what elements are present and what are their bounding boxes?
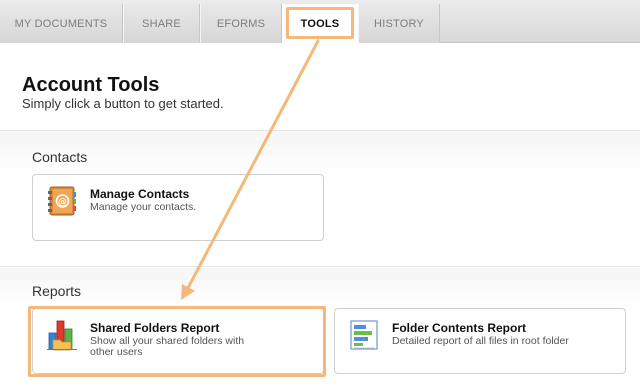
tab-eforms[interactable]: EFORMS (200, 4, 282, 43)
tab-my-documents[interactable]: MY DOCUMENTS (0, 4, 123, 43)
tab-share[interactable]: SHARE (123, 4, 200, 43)
tab-bar: MY DOCUMENTS SHARE EFORMS TOOLS HISTORY (0, 0, 640, 44)
folder-contents-report-description: Detailed report of all files in root fol… (392, 335, 569, 347)
folder-contents-report-title: Folder Contents Report (392, 321, 526, 335)
shared-folders-report-button[interactable]: Shared Folders Report Show all your shar… (32, 308, 324, 374)
contacts-section-title: Contacts (32, 149, 88, 165)
tab-tools[interactable]: TOOLS (282, 4, 358, 44)
manage-contacts-button[interactable]: @ Manage Contacts Manage your contacts. (32, 174, 324, 241)
reports-section: Reports Shared Folders Report Show all y… (0, 268, 640, 385)
svg-text:@: @ (58, 198, 67, 208)
page-subtitle: Simply click a button to get started. (22, 96, 224, 111)
contacts-section: Contacts @ Manage Contacts Manage your c… (0, 131, 640, 267)
shared-folders-report-title: Shared Folders Report (90, 321, 220, 335)
shared-folders-chart-icon (47, 319, 77, 351)
address-book-icon: @ (47, 185, 77, 217)
folder-contents-report-button[interactable]: Folder Contents Report Detailed report o… (334, 308, 626, 374)
reports-section-title: Reports (32, 283, 82, 299)
manage-contacts-title: Manage Contacts (90, 187, 190, 201)
page-title: Account Tools (22, 74, 160, 96)
folder-contents-report-icon (349, 319, 379, 351)
manage-contacts-description: Manage your contacts. (90, 201, 197, 213)
tab-history[interactable]: HISTORY (358, 4, 440, 43)
shared-folders-report-description: Show all your shared folders with other … (90, 335, 245, 358)
